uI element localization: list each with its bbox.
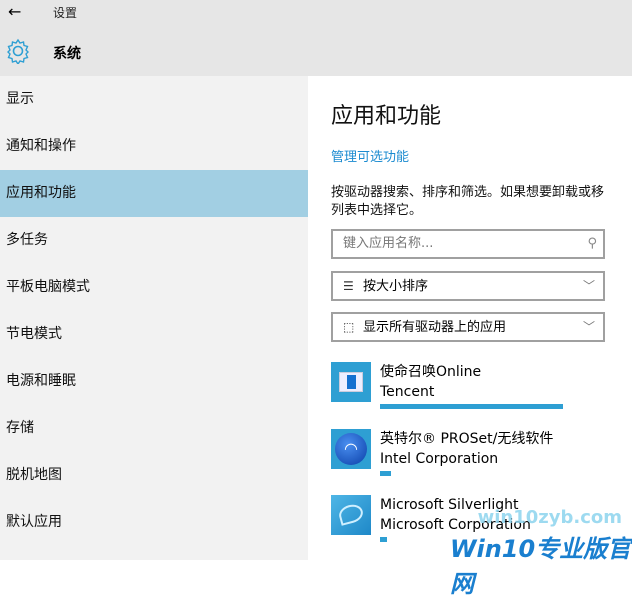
search-input[interactable]: 键入应用名称... ⚲ [331,229,605,259]
sort-value: 按大小排序 [363,279,429,294]
wifi-icon: ◠ [331,429,371,469]
app-list-item[interactable]: Microsoft Silverlight Microsoft Corporat… [331,495,631,555]
app-size-bar [380,537,387,542]
sidebar-item-multitasking[interactable]: 多任务 [0,217,308,264]
page-title: 应用和功能 [331,104,442,129]
sidebar-item-power-sleep[interactable]: 电源和睡眠 [0,358,308,405]
app-window-icon [331,362,371,402]
gear-icon [7,38,29,64]
window-title: 设置 [53,6,78,20]
sidebar-item-notifications[interactable]: 通知和操作 [0,123,308,170]
search-icon: ⚲ [587,236,597,251]
search-placeholder: 键入应用名称... [343,236,434,251]
chevron-down-icon: ﹀ [582,320,595,334]
sidebar: 显示 通知和操作 应用和功能 多任务 平板电脑模式 节电模式 电源和睡眠 存储 … [0,76,308,560]
sidebar-item-default-apps[interactable]: 默认应用 [0,499,308,546]
silverlight-icon [331,495,371,535]
sidebar-item-display[interactable]: 显示 [0,76,308,123]
sort-list-icon: ☰ [343,279,354,293]
sidebar-item-tablet-mode[interactable]: 平板电脑模式 [0,264,308,311]
app-publisher: Intel Corporation [380,451,499,467]
app-name: Microsoft Silverlight [380,497,519,513]
arrow-left-icon: ← [8,2,22,21]
app-publisher: Tencent [380,384,435,400]
app-size-bar [380,471,391,476]
main-content: 应用和功能 管理可选功能 按驱动器搜索、排序和筛选。如果想要卸载或移 列表中选择… [308,76,632,560]
app-name: 使命召唤Online [380,364,482,380]
drive-value: 显示所有驱动器上的应用 [363,320,507,335]
drive-icon: ⬚ [343,320,355,334]
app-name: 英特尔® PROSet/无线软件 [380,431,554,447]
sort-dropdown[interactable]: ☰ 按大小排序 ﹀ [331,271,605,301]
back-button[interactable]: ← [8,2,28,22]
manage-optional-features-link[interactable]: 管理可选功能 [331,146,409,165]
sidebar-item-apps-features[interactable]: 应用和功能 [0,170,308,217]
app-list-item[interactable]: 使命召唤Online Tencent [331,362,631,422]
description-line: 列表中选择它。 [331,203,423,218]
app-list-item[interactable]: ◠ 英特尔® PROSet/无线软件 Intel Corporation [331,429,631,489]
section-title: 系统 [53,46,81,62]
description-line: 按驱动器搜索、排序和筛选。如果想要卸载或移 [331,185,605,200]
app-size-bar [380,404,563,409]
description: 按驱动器搜索、排序和筛选。如果想要卸载或移 列表中选择它。 [331,184,632,220]
app-publisher: Microsoft Corporation [380,517,531,533]
sidebar-item-battery-saver[interactable]: 节电模式 [0,311,308,358]
sidebar-item-storage[interactable]: 存储 [0,405,308,452]
chevron-down-icon: ﹀ [582,279,595,293]
header: ← 设置 系统 [0,0,632,76]
sidebar-item-offline-maps[interactable]: 脱机地图 [0,452,308,499]
drive-filter-dropdown[interactable]: ⬚ 显示所有驱动器上的应用 ﹀ [331,312,605,342]
